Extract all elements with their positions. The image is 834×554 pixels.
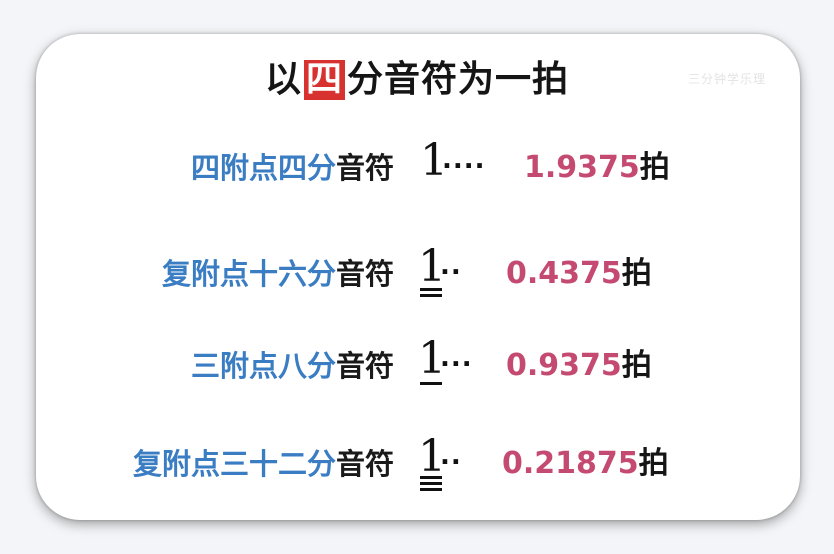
underline-bar xyxy=(420,482,442,485)
note-name-blue: 三附点八分 xyxy=(190,349,336,383)
beat-unit: 拍 xyxy=(639,150,670,185)
note-symbol: 1 .. xyxy=(418,432,498,492)
beat-unit: 拍 xyxy=(621,348,652,383)
underline-bar xyxy=(420,476,442,479)
note-symbol: 1 .... xyxy=(420,136,500,196)
note-row: 复附点十六分音符 1 .. 0.4375拍 xyxy=(0,242,834,302)
note-row: 四附点四分音符 1 .... 1.9375拍 xyxy=(0,136,834,196)
beat-value: 0.21875拍 xyxy=(502,444,669,484)
note-row: 复附点三十二分音符 1 .. 0.21875拍 xyxy=(0,432,834,492)
note-name-dark: 音符 xyxy=(335,151,394,185)
title-suffix: 分音符为一拍 xyxy=(347,59,570,100)
note-name-dark: 音符 xyxy=(335,257,394,291)
beat-number: 0.4375 xyxy=(506,256,622,291)
note-symbol: 1 .. xyxy=(418,242,498,302)
title-highlight: 四 xyxy=(303,59,345,100)
note-row: 三附点八分音符 1 ... 0.9375拍 xyxy=(0,334,834,394)
note-name: 复附点十六分音符 xyxy=(162,254,394,294)
beat-number: 0.21875 xyxy=(502,446,639,481)
beat-unit: 拍 xyxy=(621,256,652,291)
note-name-blue: 复附点三十二分 xyxy=(132,447,336,481)
underline-bar xyxy=(420,382,442,385)
underline-bar xyxy=(420,294,442,297)
augmentation-dots: ... xyxy=(440,343,473,373)
beat-unit: 拍 xyxy=(638,446,669,481)
note-symbol: 1 ... xyxy=(418,334,498,394)
beat-number: 1.9375 xyxy=(524,150,640,185)
underline-bar xyxy=(420,288,442,291)
watermark: 三分钟学乐理 xyxy=(688,72,767,86)
title-prefix: 以 xyxy=(264,59,302,100)
note-name: 复附点三十二分音符 xyxy=(133,444,394,484)
note-name-dark: 音符 xyxy=(335,349,394,383)
note-name: 四附点四分音符 xyxy=(191,148,394,188)
beat-value: 0.9375拍 xyxy=(506,346,652,386)
note-name-blue: 复附点十六分 xyxy=(161,257,336,291)
underline-bar xyxy=(420,488,442,491)
note-name-dark: 音符 xyxy=(335,447,394,481)
augmentation-dots: .... xyxy=(442,145,486,175)
beat-value: 1.9375拍 xyxy=(524,148,670,188)
beat-value: 0.4375拍 xyxy=(506,254,652,294)
augmentation-dots: .. xyxy=(440,441,462,471)
note-name-blue: 四附点四分 xyxy=(190,151,336,185)
augmentation-dots: .. xyxy=(440,251,462,281)
note-name: 三附点八分音符 xyxy=(191,346,394,386)
beat-number: 0.9375 xyxy=(506,348,622,383)
